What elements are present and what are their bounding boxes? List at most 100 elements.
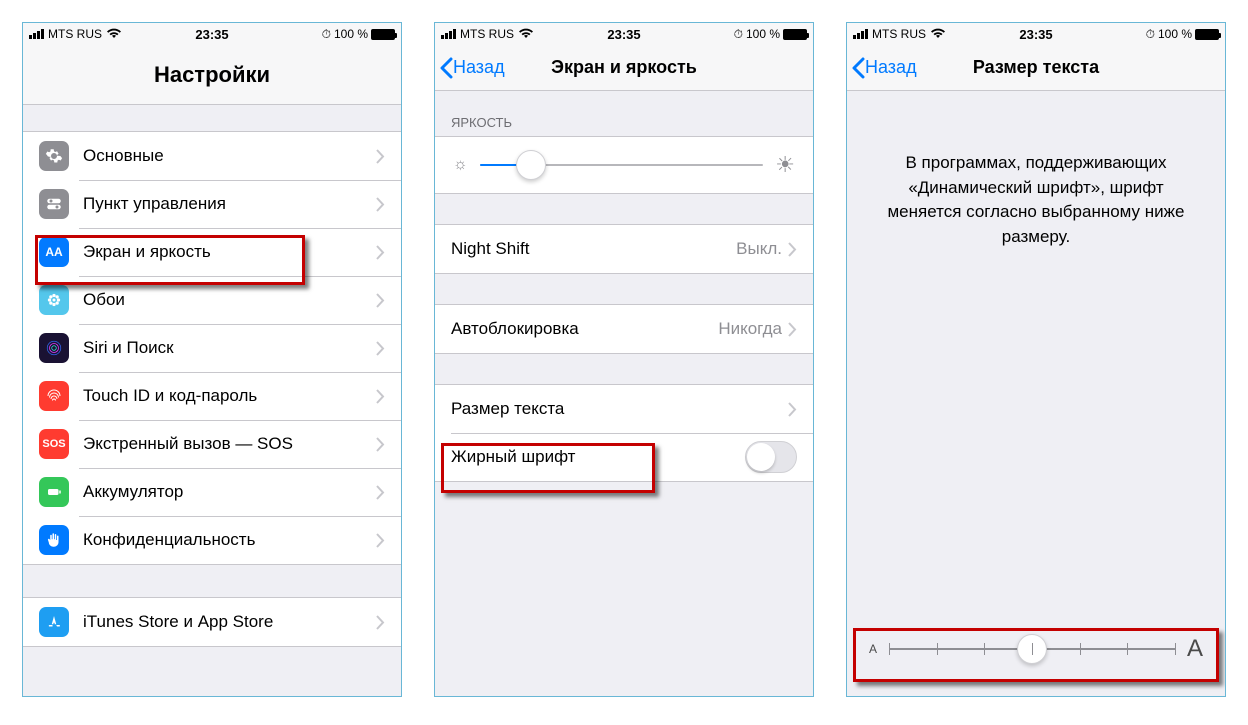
- status-bar: MTS RUS 23:35 ⏱ 100 %: [23, 23, 401, 45]
- autolock-row[interactable]: Автоблокировка Никогда: [435, 305, 813, 353]
- carrier-label: MTS RUS: [872, 27, 926, 41]
- sos-icon: SOS: [39, 429, 69, 459]
- bold-text-switch[interactable]: [745, 441, 797, 473]
- settings-row-general[interactable]: Основные: [23, 132, 401, 180]
- gear-icon: [39, 141, 69, 171]
- row-label: Экран и яркость: [83, 242, 211, 262]
- toggles-icon: [39, 189, 69, 219]
- row-value: Выкл.: [736, 239, 782, 259]
- row-label: Пункт управления: [83, 194, 226, 214]
- status-time: 23:35: [1019, 27, 1052, 42]
- bold-text-row[interactable]: Жирный шрифт: [435, 433, 813, 481]
- battery-percent: 100 %: [334, 27, 368, 41]
- text-size-screen: MTS RUS 23:35 ⏱ 100 % Назад Размер текст…: [846, 22, 1226, 697]
- status-bar: MTS RUS 23:35 ⏱ 100 %: [435, 23, 813, 45]
- back-button[interactable]: Назад: [847, 57, 917, 79]
- text-size-row[interactable]: Размер текста: [435, 385, 813, 433]
- text-group: Размер текста Жирный шрифт: [435, 384, 813, 482]
- alarm-icon: ⏱: [734, 27, 743, 42]
- row-label: Жирный шрифт: [451, 447, 575, 467]
- hand-icon: [39, 525, 69, 555]
- carrier-label: MTS RUS: [460, 27, 514, 41]
- battery-icon: [783, 29, 807, 40]
- status-time: 23:35: [607, 27, 640, 42]
- wifi-icon: [518, 27, 534, 41]
- chevron-right-icon: [376, 293, 385, 308]
- row-label: Автоблокировка: [451, 319, 579, 339]
- signal-icon: [441, 29, 456, 39]
- chevron-right-icon: [788, 402, 797, 417]
- chevron-right-icon: [376, 533, 385, 548]
- battery-icon: [371, 29, 395, 40]
- back-label: Назад: [453, 57, 505, 78]
- brightness-group: ☼ ☀: [435, 136, 813, 194]
- nav-bar: Назад Размер текста: [847, 45, 1225, 91]
- chevron-right-icon: [788, 242, 797, 257]
- sun-high-icon: ☀: [775, 152, 795, 178]
- description-text: В программах, поддерживающих «Динамическ…: [847, 91, 1225, 250]
- chevron-right-icon: [376, 485, 385, 500]
- battery-row-icon: [39, 477, 69, 507]
- back-button[interactable]: Назад: [435, 57, 505, 79]
- appstore-icon: [39, 607, 69, 637]
- row-label: Конфиденциальность: [83, 530, 255, 550]
- chevron-right-icon: [376, 389, 385, 404]
- settings-row-sos[interactable]: SOS Экстренный вызов — SOS: [23, 420, 401, 468]
- brightness-slider[interactable]: ☼ ☀: [435, 137, 813, 193]
- large-a-icon: A: [1187, 635, 1203, 663]
- row-label: Размер текста: [451, 399, 564, 419]
- chevron-right-icon: [788, 322, 797, 337]
- wifi-icon: [930, 27, 946, 41]
- row-label: Обои: [83, 290, 125, 310]
- slider-thumb[interactable]: [516, 150, 546, 180]
- flower-icon: [39, 285, 69, 315]
- settings-group-store: iTunes Store и App Store: [23, 597, 401, 647]
- text-size-icon: AA: [39, 237, 69, 267]
- settings-row-siri[interactable]: Siri и Поиск: [23, 324, 401, 372]
- settings-row-control-center[interactable]: Пункт управления: [23, 180, 401, 228]
- chevron-right-icon: [376, 615, 385, 630]
- row-label: iTunes Store и App Store: [83, 612, 273, 632]
- wifi-icon: [106, 27, 122, 41]
- settings-row-wallpaper[interactable]: Обои: [23, 276, 401, 324]
- alarm-icon: ⏱: [1146, 27, 1155, 42]
- siri-icon: [39, 333, 69, 363]
- chevron-right-icon: [376, 245, 385, 260]
- battery-percent: 100 %: [746, 27, 780, 41]
- row-label: Аккумулятор: [83, 482, 183, 502]
- nav-bar: Настройки: [23, 45, 401, 105]
- row-label: Touch ID и код-пароль: [83, 386, 257, 406]
- settings-row-appstore[interactable]: iTunes Store и App Store: [23, 598, 401, 646]
- page-title: Настройки: [23, 62, 401, 88]
- settings-group-main: Основные Пункт управления AA Экран и ярк…: [23, 131, 401, 565]
- battery-icon: [1195, 29, 1219, 40]
- row-label: Siri и Поиск: [83, 338, 174, 358]
- back-label: Назад: [865, 57, 917, 78]
- night-shift-row[interactable]: Night Shift Выкл.: [435, 225, 813, 273]
- night-shift-group: Night Shift Выкл.: [435, 224, 813, 274]
- settings-row-display-brightness[interactable]: AA Экран и яркость: [23, 228, 401, 276]
- status-time: 23:35: [195, 27, 228, 42]
- chevron-right-icon: [376, 437, 385, 452]
- slider-track[interactable]: [889, 648, 1175, 650]
- settings-row-battery[interactable]: Аккумулятор: [23, 468, 401, 516]
- brightness-header: ЯРКОСТЬ: [435, 91, 813, 136]
- text-size-slider[interactable]: A A: [859, 622, 1213, 676]
- display-brightness-screen: MTS RUS 23:35 ⏱ 100 % Назад Экран и ярко…: [434, 22, 814, 697]
- settings-row-privacy[interactable]: Конфиденциальность: [23, 516, 401, 564]
- settings-row-touch-id[interactable]: Touch ID и код-пароль: [23, 372, 401, 420]
- slider-track[interactable]: [480, 164, 764, 166]
- signal-icon: [853, 29, 868, 39]
- sun-low-icon: ☼: [453, 156, 468, 174]
- fingerprint-icon: [39, 381, 69, 411]
- row-label: Экстренный вызов — SOS: [83, 434, 293, 454]
- status-bar: MTS RUS 23:35 ⏱ 100 %: [847, 23, 1225, 45]
- row-value: Никогда: [718, 319, 782, 339]
- carrier-label: MTS RUS: [48, 27, 102, 41]
- battery-percent: 100 %: [1158, 27, 1192, 41]
- row-label: Night Shift: [451, 239, 529, 259]
- alarm-icon: ⏱: [322, 27, 331, 42]
- signal-icon: [29, 29, 44, 39]
- chevron-right-icon: [376, 341, 385, 356]
- settings-screen: MTS RUS 23:35 ⏱ 100 % Настройки Основные…: [22, 22, 402, 697]
